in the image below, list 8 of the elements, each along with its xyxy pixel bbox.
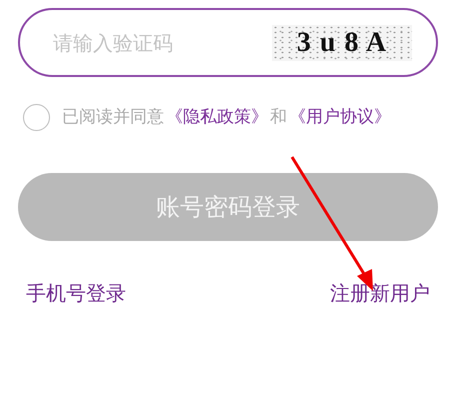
agreement-link[interactable]: 《用户协议》 (289, 104, 391, 130)
agreement-link[interactable]: 《隐私政策》 (166, 104, 268, 130)
register-link[interactable]: 注册新用户 (330, 278, 430, 308)
agreement-text: 和 (270, 106, 287, 129)
phone-login-link[interactable]: 手机号登录 (26, 278, 126, 308)
captcha-image[interactable]: 3 u 8 A (272, 25, 412, 61)
agreement-text: 已阅读并同意 (62, 106, 164, 129)
agree-checkbox[interactable] (23, 104, 50, 131)
